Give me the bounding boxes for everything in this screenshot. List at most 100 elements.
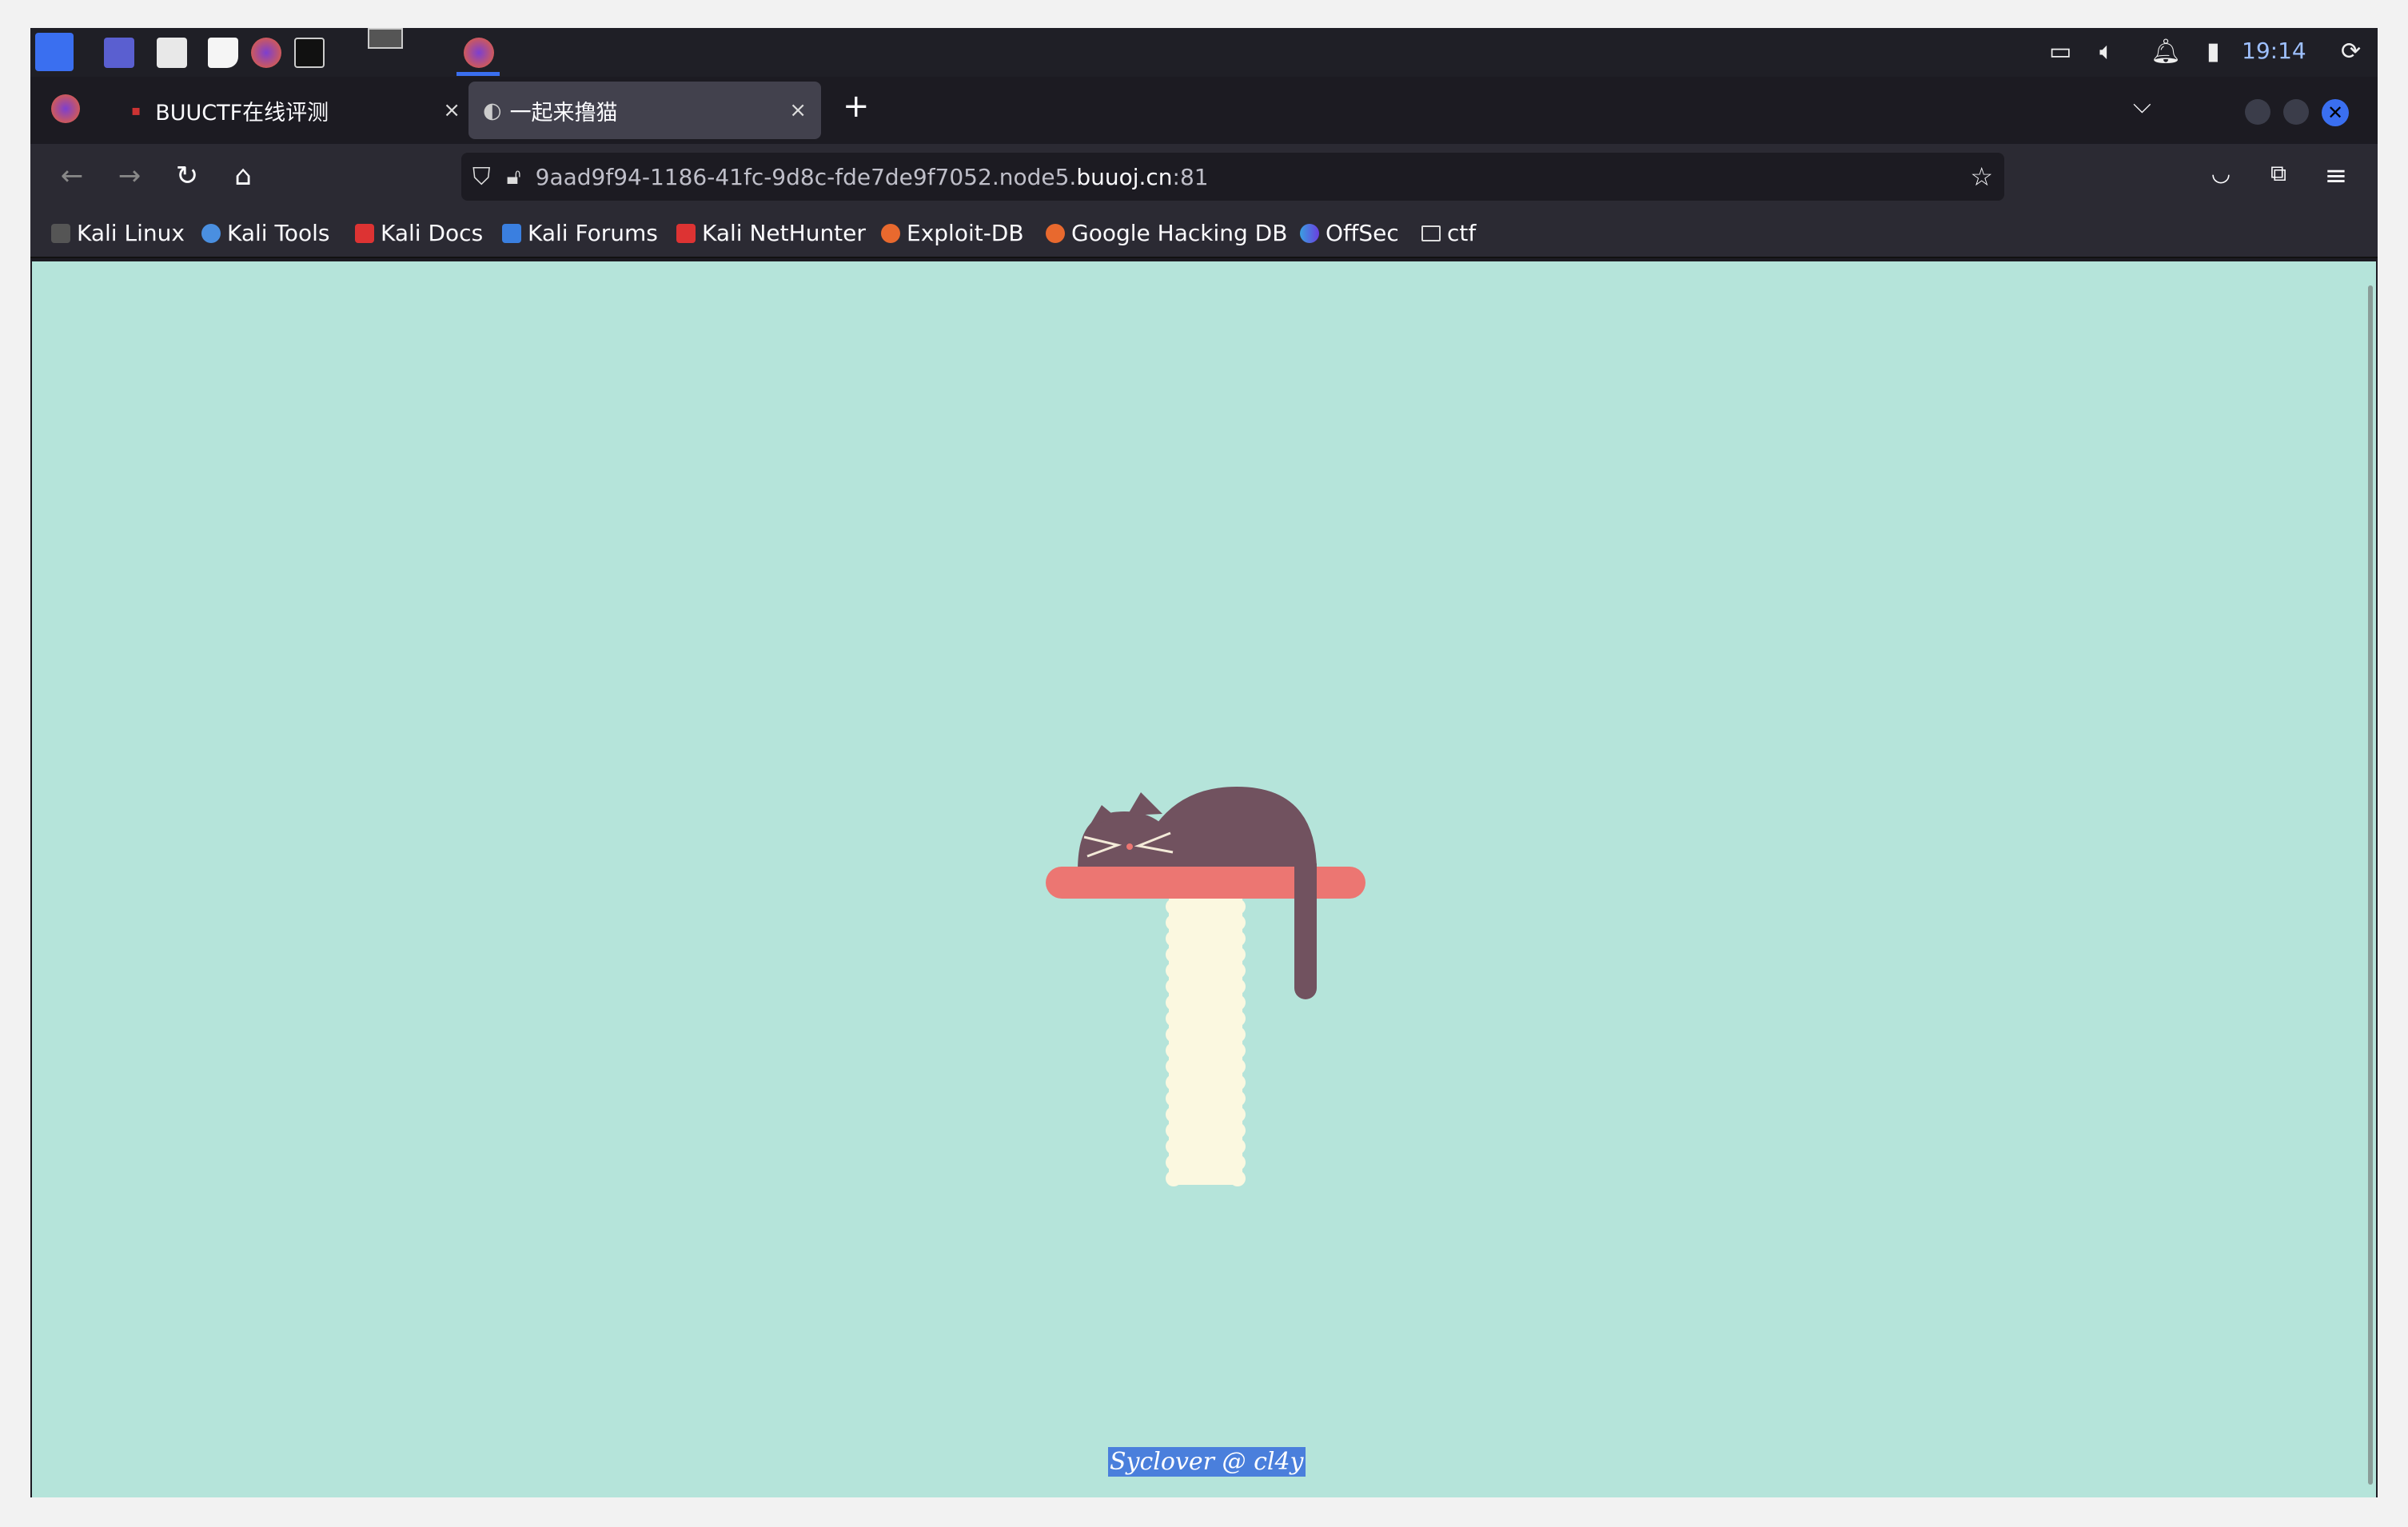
post-scallop — [1230, 1090, 1246, 1106]
file-manager-icon[interactable] — [157, 38, 187, 68]
bookmark-folder-ctf[interactable]: ctf — [1421, 220, 1476, 246]
page-content: Syclover @ cl4y — [32, 261, 2376, 1497]
post-scallop — [1230, 1074, 1246, 1090]
cat-body — [1157, 787, 1317, 871]
post-scallop — [1166, 1106, 1182, 1122]
post-scallop — [1166, 1170, 1182, 1186]
back-button[interactable]: ← — [56, 160, 88, 192]
close-tab-icon[interactable]: × — [789, 98, 807, 122]
logout-icon[interactable]: ⟳ — [2341, 38, 2361, 66]
bookmark-kali-forums[interactable]: Kali Forums — [502, 220, 658, 246]
bookmark-star-icon[interactable]: ☆ — [1970, 161, 1993, 192]
battery-icon[interactable]: ▮ — [2207, 38, 2220, 66]
close-window-button[interactable]: ✕ — [2322, 99, 2349, 126]
bookmark-label: Kali Forums — [528, 220, 658, 246]
tracking-shield-icon[interactable]: ⛉ — [472, 163, 491, 191]
bookmark-label: Google Hacking DB — [1071, 220, 1288, 246]
tab-buuctf[interactable]: ▪ BUUCTF在线评测 × — [120, 82, 475, 139]
bookmark-offsec[interactable]: OffSec — [1300, 220, 1399, 246]
kali-menu-icon[interactable] — [35, 33, 74, 71]
url-prefix: 9aad9f94-1186-41fc-9d8c-fde7de9f7052.nod… — [535, 163, 1077, 190]
home-button[interactable]: ⌂ — [227, 160, 259, 192]
sleeping-cat-illustration — [1046, 787, 1365, 1186]
firefox-view-icon[interactable] — [51, 94, 80, 123]
post-scallop — [1230, 931, 1246, 947]
url-domain: buuoj.cn — [1076, 163, 1173, 190]
kali-forums-icon — [502, 223, 521, 243]
cat-platform — [1046, 867, 1365, 899]
post-scallop — [1166, 1074, 1182, 1090]
folder-icon — [1421, 225, 1441, 241]
bookmark-exploit-db[interactable]: Exploit-DB — [881, 220, 1024, 246]
terminal-icon[interactable] — [294, 38, 325, 68]
post-scallop — [1166, 899, 1182, 915]
post-scallop — [1166, 979, 1182, 995]
tab-bar: ▪ BUUCTF在线评测 × ◐ 一起来撸猫 × + ⌵ ✕ — [30, 77, 2378, 144]
kali-tools-icon — [201, 223, 221, 243]
navigation-bar: ← → ↻ ⌂ ⛉ 🔓︎ 9aad9f94-1186-41fc-9d8c-fde… — [30, 144, 2378, 209]
firefox-icon[interactable] — [251, 38, 281, 68]
post-scallop — [1166, 931, 1182, 947]
post-scallop — [1166, 1090, 1182, 1106]
tab-active-cat[interactable]: ◐ 一起来撸猫 × — [468, 82, 821, 139]
bookmark-google-hacking-db[interactable]: Google Hacking DB — [1046, 220, 1287, 246]
post-scallop — [1166, 1122, 1182, 1138]
url-bar[interactable]: ⛉ 🔓︎ 9aad9f94-1186-41fc-9d8c-fde7de9f705… — [461, 153, 2004, 201]
close-tab-icon[interactable]: × — [443, 98, 460, 122]
cat-tail — [1294, 863, 1317, 999]
app-menu-icon[interactable]: ≡ — [2320, 160, 2352, 192]
post-scallop — [1166, 915, 1182, 931]
desktop-screen: ▭ 🔈︎ 🔔︎ ▮ 19:14 ⟳ ▪ BUUCTF在线评测 × ◐ 一起来撸猫… — [30, 28, 2378, 1497]
bookmark-kali-nethunter[interactable]: Kali NetHunter — [676, 220, 866, 246]
list-tabs-chevron-icon[interactable]: ⌵ — [2133, 91, 2151, 119]
bookmarks-toolbar: Kali Linux Kali Tools Kali Docs Kali For… — [30, 209, 2378, 258]
post-scallop — [1166, 995, 1182, 1011]
extensions-icon[interactable]: ⧉ — [2262, 160, 2294, 187]
clock[interactable]: 19:14 — [2242, 38, 2306, 64]
post-scallop — [1166, 947, 1182, 963]
maximize-button[interactable] — [2283, 99, 2309, 125]
post-scallop — [1230, 1027, 1246, 1043]
workspace-icon[interactable] — [104, 38, 134, 68]
network-icon[interactable]: ▭ — [2049, 38, 2071, 66]
ghdb-bug-icon — [1046, 223, 1065, 243]
reload-button[interactable]: ↻ — [171, 160, 203, 192]
bookmark-label: ctf — [1447, 220, 1477, 246]
exploit-db-bug-icon — [881, 223, 900, 243]
bookmark-kali-linux[interactable]: Kali Linux — [51, 220, 185, 246]
cat-nose — [1126, 843, 1133, 850]
scratching-post — [1166, 895, 1246, 1186]
bookmark-kali-tools[interactable]: Kali Tools — [201, 220, 329, 246]
post-scallop — [1166, 1138, 1182, 1154]
volume-icon[interactable]: 🔈︎ — [2099, 38, 2114, 66]
pocket-icon[interactable]: ◡ — [2205, 160, 2237, 186]
post-scallop — [1166, 963, 1182, 979]
post-scallop — [1230, 915, 1246, 931]
post-scallop — [1166, 1154, 1182, 1170]
cat-ear-right — [1127, 792, 1162, 815]
firefox-taskbar-item[interactable] — [464, 38, 494, 68]
buuctf-favicon-icon: ▪ — [131, 102, 142, 119]
cat-head — [1078, 811, 1169, 871]
post-scallop — [1230, 899, 1246, 915]
insecure-lock-icon[interactable]: 🔓︎ — [507, 163, 521, 190]
tab-label: BUUCTF在线评测 — [155, 100, 329, 126]
workspace-switcher[interactable] — [368, 28, 403, 49]
notification-bell-icon[interactable]: 🔔︎ — [2151, 38, 2181, 66]
post-scallop — [1166, 1059, 1182, 1074]
post-scallop — [1166, 1011, 1182, 1027]
tab-label: 一起来撸猫 — [509, 100, 618, 126]
text-editor-icon[interactable] — [208, 38, 238, 68]
bookmark-label: Kali Linux — [77, 220, 185, 246]
post-scallop — [1230, 947, 1246, 963]
taskbar: ▭ 🔈︎ 🔔︎ ▮ 19:14 ⟳ — [30, 28, 2378, 77]
post-scallop — [1230, 1170, 1246, 1186]
forward-button[interactable]: → — [114, 160, 146, 192]
active-indicator — [456, 72, 500, 76]
post-scallop — [1230, 1011, 1246, 1027]
bookmark-kali-docs[interactable]: Kali Docs — [355, 220, 483, 246]
bookmark-label: Kali Docs — [381, 220, 484, 246]
new-tab-button[interactable]: + — [843, 88, 870, 125]
minimize-button[interactable] — [2245, 99, 2270, 125]
post-scallop — [1230, 1122, 1246, 1138]
